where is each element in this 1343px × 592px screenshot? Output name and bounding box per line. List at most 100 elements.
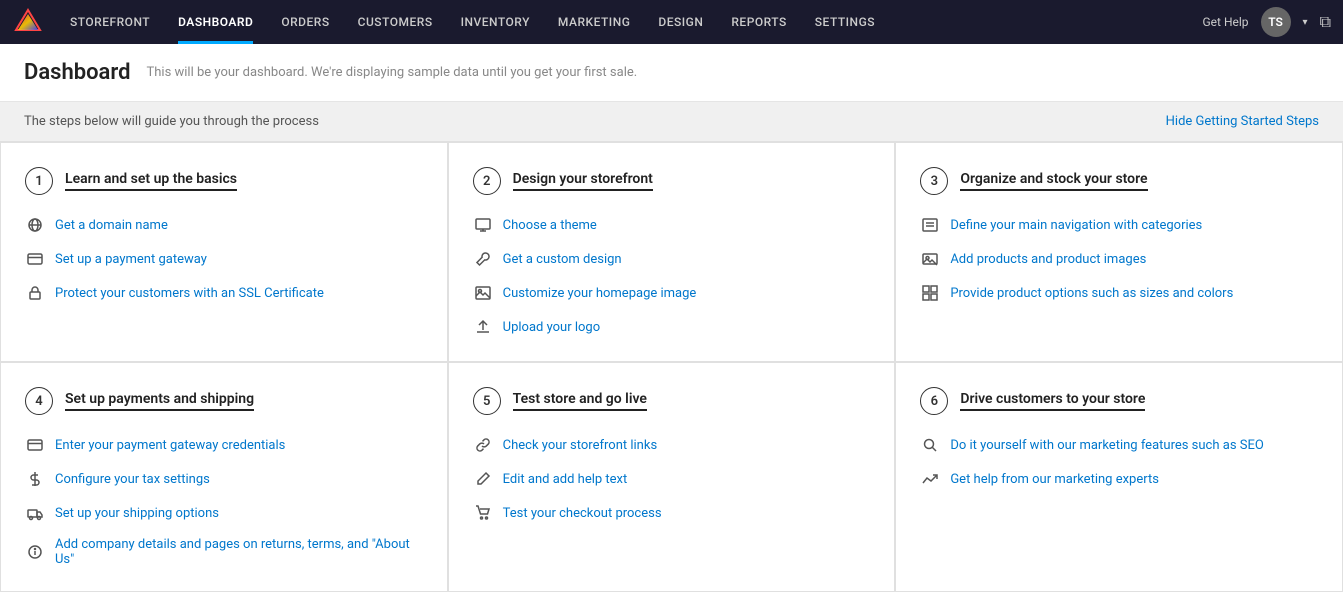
- nav-item-reports[interactable]: REPORTS: [717, 0, 800, 44]
- step-header-3: 3 Organize and stock your store: [920, 167, 1318, 195]
- step-number-3: 3: [920, 167, 948, 195]
- image-icon: [473, 283, 493, 303]
- list-item: Protect your customers with an SSL Certi…: [25, 283, 423, 303]
- wrench-icon: [473, 249, 493, 269]
- list-icon: [920, 215, 940, 235]
- step-number-1: 1: [25, 167, 53, 195]
- step-link-1-3[interactable]: Upload your logo: [503, 320, 601, 335]
- getting-started-bar: The steps below will guide you through t…: [0, 102, 1343, 142]
- step-title-4: Set up payments and shipping: [65, 391, 254, 411]
- monitor-icon: [473, 215, 493, 235]
- step-link-2-2[interactable]: Provide product options such as sizes an…: [950, 286, 1233, 301]
- step-card-5: 5 Test store and go live Check your storef…: [448, 362, 896, 592]
- step-link-4-0[interactable]: Check your storefront links: [503, 438, 658, 453]
- nav-item-storefront[interactable]: STOREFRONT: [56, 0, 164, 44]
- step-items-4: Enter your payment gateway credentials Co…: [25, 435, 423, 567]
- list-item: Get a domain name: [25, 215, 423, 235]
- step-link-3-0[interactable]: Enter your payment gateway credentials: [55, 438, 285, 453]
- nav-item-dashboard[interactable]: DASHBOARD: [164, 0, 267, 44]
- grid-icon: [920, 283, 940, 303]
- step-card-1: 1 Learn and set up the basics Get a domain…: [0, 142, 448, 362]
- list-item: Get a custom design: [473, 249, 871, 269]
- page-header: Dashboard This will be your dashboard. W…: [0, 44, 1343, 102]
- nav-item-orders[interactable]: ORDERS: [267, 0, 343, 44]
- trend-icon: [920, 469, 940, 489]
- credit-card-icon: [25, 249, 45, 269]
- nav-item-customers[interactable]: CUSTOMERS: [344, 0, 447, 44]
- step-link-4-2[interactable]: Test your checkout process: [503, 506, 662, 521]
- step-header-6: 6Drive customers to your store: [920, 387, 1318, 415]
- step-link-0-2[interactable]: Protect your customers with an SSL Certi…: [55, 286, 324, 301]
- step-number-5: 5: [473, 387, 501, 415]
- nav-item-settings[interactable]: SETTINGS: [801, 0, 889, 44]
- step-link-3-1[interactable]: Configure your tax settings: [55, 472, 210, 487]
- upload-icon: [473, 317, 493, 337]
- user-avatar[interactable]: TS: [1261, 7, 1291, 37]
- step-items-5: Check your storefront links Edit and add …: [473, 435, 871, 523]
- lock-icon: [25, 283, 45, 303]
- avatar-chevron-icon[interactable]: ▾: [1303, 17, 1308, 28]
- step-link-2-1[interactable]: Add products and product images: [950, 252, 1146, 267]
- nav-item-inventory[interactable]: INVENTORY: [447, 0, 544, 44]
- page-subtitle: This will be your dashboard. We're displ…: [146, 65, 637, 80]
- list-item: Check your storefront links: [473, 435, 871, 455]
- credit-card-icon: [25, 435, 45, 455]
- step-link-0-1[interactable]: Set up a payment gateway: [55, 252, 207, 267]
- cart-icon: [473, 503, 493, 523]
- step-title-3: Organize and stock your store: [960, 171, 1147, 191]
- list-item: Test your checkout process: [473, 503, 871, 523]
- nav-right: Get Help TS ▾ ⧉: [1203, 7, 1332, 37]
- dollar-icon: [25, 469, 45, 489]
- step-link-1-2[interactable]: Customize your homepage image: [503, 286, 697, 301]
- truck-icon: [25, 503, 45, 523]
- step-link-0-0[interactable]: Get a domain name: [55, 218, 168, 233]
- step-link-3-2[interactable]: Set up your shipping options: [55, 506, 219, 521]
- step-link-5-1[interactable]: Get help from our marketing experts: [950, 472, 1159, 487]
- list-item: Set up your shipping options: [25, 503, 423, 523]
- external-link-icon[interactable]: ⧉: [1320, 12, 1331, 32]
- list-item: Provide product options such as sizes an…: [920, 283, 1318, 303]
- info-icon: [25, 542, 45, 562]
- step-card-4: 4 Set up payments and shipping Enter your …: [0, 362, 448, 592]
- list-item: Add products and product images: [920, 249, 1318, 269]
- step-link-3-3[interactable]: Add company details and pages on returns…: [55, 537, 423, 567]
- step-items-3: Define your main navigation with categor…: [920, 215, 1318, 303]
- step-items-1: Get a domain name Set up a payment gatewa…: [25, 215, 423, 303]
- list-item: Enter your payment gateway credentials: [25, 435, 423, 455]
- step-header-4: 4 Set up payments and shipping: [25, 387, 423, 415]
- step-header-2: 2Design your storefront: [473, 167, 871, 195]
- step-header-1: 1 Learn and set up the basics: [25, 167, 423, 195]
- list-item: Configure your tax settings: [25, 469, 423, 489]
- step-link-1-1[interactable]: Get a custom design: [503, 252, 622, 267]
- link-icon: [473, 435, 493, 455]
- list-item: Choose a theme: [473, 215, 871, 235]
- list-item: Customize your homepage image: [473, 283, 871, 303]
- step-card-2: 2Design your storefront Choose a theme Get…: [448, 142, 896, 362]
- step-card-3: 3 Organize and stock your store Define you…: [895, 142, 1343, 362]
- step-link-4-1[interactable]: Edit and add help text: [503, 472, 628, 487]
- step-title-5: Test store and go live: [513, 391, 647, 411]
- step-title-1: Learn and set up the basics: [65, 171, 237, 191]
- step-number-4: 4: [25, 387, 53, 415]
- step-items-2: Choose a theme Get a custom design Customi…: [473, 215, 871, 337]
- photo-icon: [920, 249, 940, 269]
- page-title: Dashboard: [24, 60, 130, 85]
- step-link-1-0[interactable]: Choose a theme: [503, 218, 597, 233]
- logo[interactable]: [12, 6, 44, 38]
- get-help-link[interactable]: Get Help: [1203, 15, 1249, 29]
- step-link-5-0[interactable]: Do it yourself with our marketing featur…: [950, 438, 1263, 453]
- search-icon: [920, 435, 940, 455]
- nav-item-marketing[interactable]: MARKETING: [544, 0, 645, 44]
- nav-item-design[interactable]: DESIGN: [644, 0, 717, 44]
- getting-started-text: The steps below will guide you through t…: [24, 114, 319, 129]
- list-item: Define your main navigation with categor…: [920, 215, 1318, 235]
- step-number-2: 2: [473, 167, 501, 195]
- step-number-6: 6: [920, 387, 948, 415]
- pencil-icon: [473, 469, 493, 489]
- list-item: Add company details and pages on returns…: [25, 537, 423, 567]
- list-item: Upload your logo: [473, 317, 871, 337]
- hide-getting-started-link[interactable]: Hide Getting Started Steps: [1166, 114, 1319, 129]
- step-link-2-0[interactable]: Define your main navigation with categor…: [950, 218, 1202, 233]
- step-card-6: 6Drive customers to your store Do it your…: [895, 362, 1343, 592]
- top-navigation: STOREFRONTDASHBOARDORDERSCUSTOMERSINVENT…: [0, 0, 1343, 44]
